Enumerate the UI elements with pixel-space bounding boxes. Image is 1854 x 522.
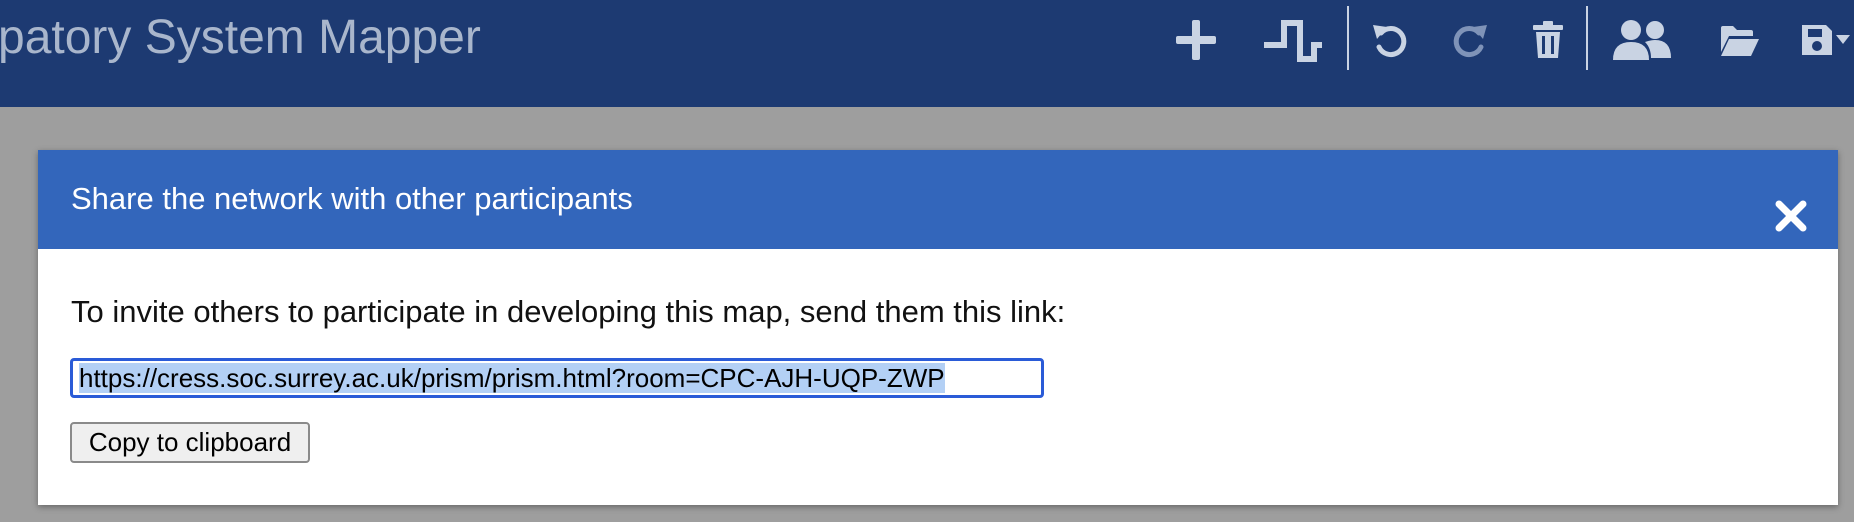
step-line-icon — [1262, 15, 1324, 65]
save-icon — [1800, 23, 1834, 57]
users-icon — [1611, 18, 1673, 62]
share-link-value: https://cress.soc.surrey.ac.uk/prism/pri… — [79, 363, 945, 393]
redo-icon — [1451, 21, 1489, 59]
copy-to-clipboard-button[interactable]: Copy to clipboard — [70, 422, 310, 463]
close-button[interactable] — [1771, 198, 1811, 238]
share-link-input[interactable]: https://cress.soc.surrey.ac.uk/prism/pri… — [70, 358, 1044, 398]
add-node-button[interactable] — [1172, 0, 1220, 80]
trash-icon — [1532, 21, 1564, 59]
toolbar-separator — [1347, 6, 1349, 70]
share-button[interactable] — [1610, 0, 1674, 80]
delete-button[interactable] — [1530, 0, 1566, 80]
caret-down-icon — [1836, 35, 1850, 45]
invite-instruction: To invite others to participate in devel… — [71, 294, 1066, 329]
add-link-button[interactable] — [1262, 0, 1324, 80]
top-navbar: patory System Mapper — [0, 0, 1854, 107]
toolbar-separator — [1586, 6, 1588, 70]
open-file-button[interactable] — [1718, 0, 1762, 80]
plus-icon — [1174, 18, 1218, 62]
dialog-header: Share the network with other participant… — [38, 150, 1838, 249]
redo-button[interactable] — [1450, 0, 1490, 80]
dialog-title: Share the network with other participant… — [71, 181, 633, 216]
undo-button[interactable] — [1370, 0, 1410, 80]
folder-open-icon — [1719, 22, 1761, 58]
close-icon — [1774, 199, 1808, 238]
app-title: patory System Mapper — [0, 11, 481, 64]
undo-icon — [1371, 21, 1409, 59]
save-menu-button[interactable] — [1800, 0, 1854, 80]
